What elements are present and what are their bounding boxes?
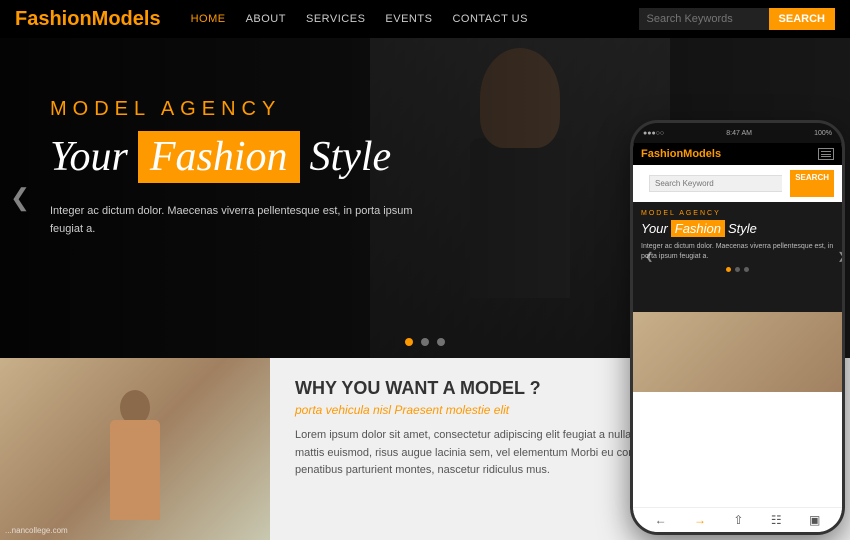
logo-orange: Models (92, 8, 161, 30)
phone-hero-t1: Your (641, 221, 668, 236)
phone-share-icon[interactable]: ⇧ (733, 513, 743, 527)
phone-logo-orange: Models (683, 148, 721, 160)
phone-signal: ●●●○○ (643, 130, 664, 137)
hero-title-highlight: Fashion (138, 131, 300, 183)
phone-prev-arrow[interactable]: ❮ (645, 252, 653, 263)
phone-dot-2[interactable] (735, 267, 740, 272)
nav-home[interactable]: HOME (191, 13, 226, 25)
header-search: SEARCH (639, 8, 835, 30)
hero-description: Integer ac dictum dolor. Maecenas viverr… (50, 203, 430, 238)
phone-search-bar: SEARCH (641, 170, 834, 197)
phone-next-arrow[interactable]: ❯ (838, 252, 842, 263)
phone-hero-t2: Style (728, 221, 757, 236)
phone-dot-3[interactable] (744, 267, 749, 272)
hero-dots (405, 338, 445, 346)
menu-line-1 (821, 151, 831, 152)
phone-logo: FashionModels (641, 148, 721, 160)
hero-title-part1: Your (50, 133, 128, 181)
phone-search-input[interactable] (649, 175, 782, 192)
menu-line-2 (821, 154, 831, 155)
hero-title-part2: Style (310, 133, 392, 181)
phone-back-icon[interactable]: ← (655, 513, 667, 527)
phone-hero-highlight: Fashion (671, 220, 725, 237)
phone-menu-icon[interactable] (818, 148, 834, 160)
phone-status-bar: ●●●○○ 8:47 AM 100% (633, 123, 842, 143)
hero-prev-arrow[interactable]: ❮ (10, 184, 30, 213)
bottom-person-silhouette (95, 390, 175, 540)
hero-title: Your Fashion Style (50, 131, 430, 183)
phone-hero-nav: ❮ ❯ (641, 252, 842, 263)
bottom-model-image: ...nancollege.com (0, 358, 270, 540)
logo-white: Fashion (15, 8, 92, 30)
hero-dot-1[interactable] (405, 338, 413, 346)
search-button[interactable]: SEARCH (769, 8, 835, 30)
phone-hero-title: Your Fashion Style (641, 220, 834, 237)
image-watermark: ...nancollege.com (5, 526, 68, 535)
search-input[interactable] (639, 8, 769, 30)
hero-dot-2[interactable] (421, 338, 429, 346)
phone-bottom-bar: ← → ⇧ ☷ ▣ (633, 507, 842, 532)
phone-dot-1[interactable] (726, 267, 731, 272)
main-nav: HOME ABOUT SERVICES EVENTS CONTACT US (191, 13, 639, 25)
site-header: FashionModels HOME ABOUT SERVICES EVENTS… (0, 0, 850, 38)
hero-dot-3[interactable] (437, 338, 445, 346)
phone-screen: FashionModels SEARCH MODEL AGENCY Your F… (633, 143, 842, 532)
phone-search-button[interactable]: SEARCH (790, 170, 834, 197)
hero-content: MODEL AGENCY Your Fashion Style Integer … (50, 98, 430, 238)
phone-time: 8:47 AM (726, 130, 752, 137)
phone-hero-subtitle: MODEL AGENCY (641, 210, 834, 217)
nav-about[interactable]: ABOUT (246, 13, 286, 25)
phone-battery: 100% (814, 130, 832, 137)
phone-bookmarks-icon[interactable]: ☷ (771, 513, 782, 527)
site-logo: FashionModels (15, 8, 161, 31)
phone-header: FashionModels (633, 143, 842, 165)
hero-subtitle: MODEL AGENCY (50, 98, 430, 121)
nav-services[interactable]: SERVICES (306, 13, 365, 25)
phone-tabs-icon[interactable]: ▣ (809, 513, 820, 527)
nav-contact[interactable]: CONTACT US (452, 13, 528, 25)
phone-forward-icon[interactable]: → (694, 513, 706, 527)
menu-line-3 (821, 156, 831, 157)
phone-dots (641, 267, 834, 272)
phone-mockup: ●●●○○ 8:47 AM 100% FashionModels SEARCH … (630, 120, 845, 535)
nav-events[interactable]: EVENTS (385, 13, 432, 25)
phone-hero: MODEL AGENCY Your Fashion Style Integer … (633, 202, 842, 312)
phone-bottom-image (633, 312, 842, 392)
phone-logo-white: Fashion (641, 148, 683, 160)
